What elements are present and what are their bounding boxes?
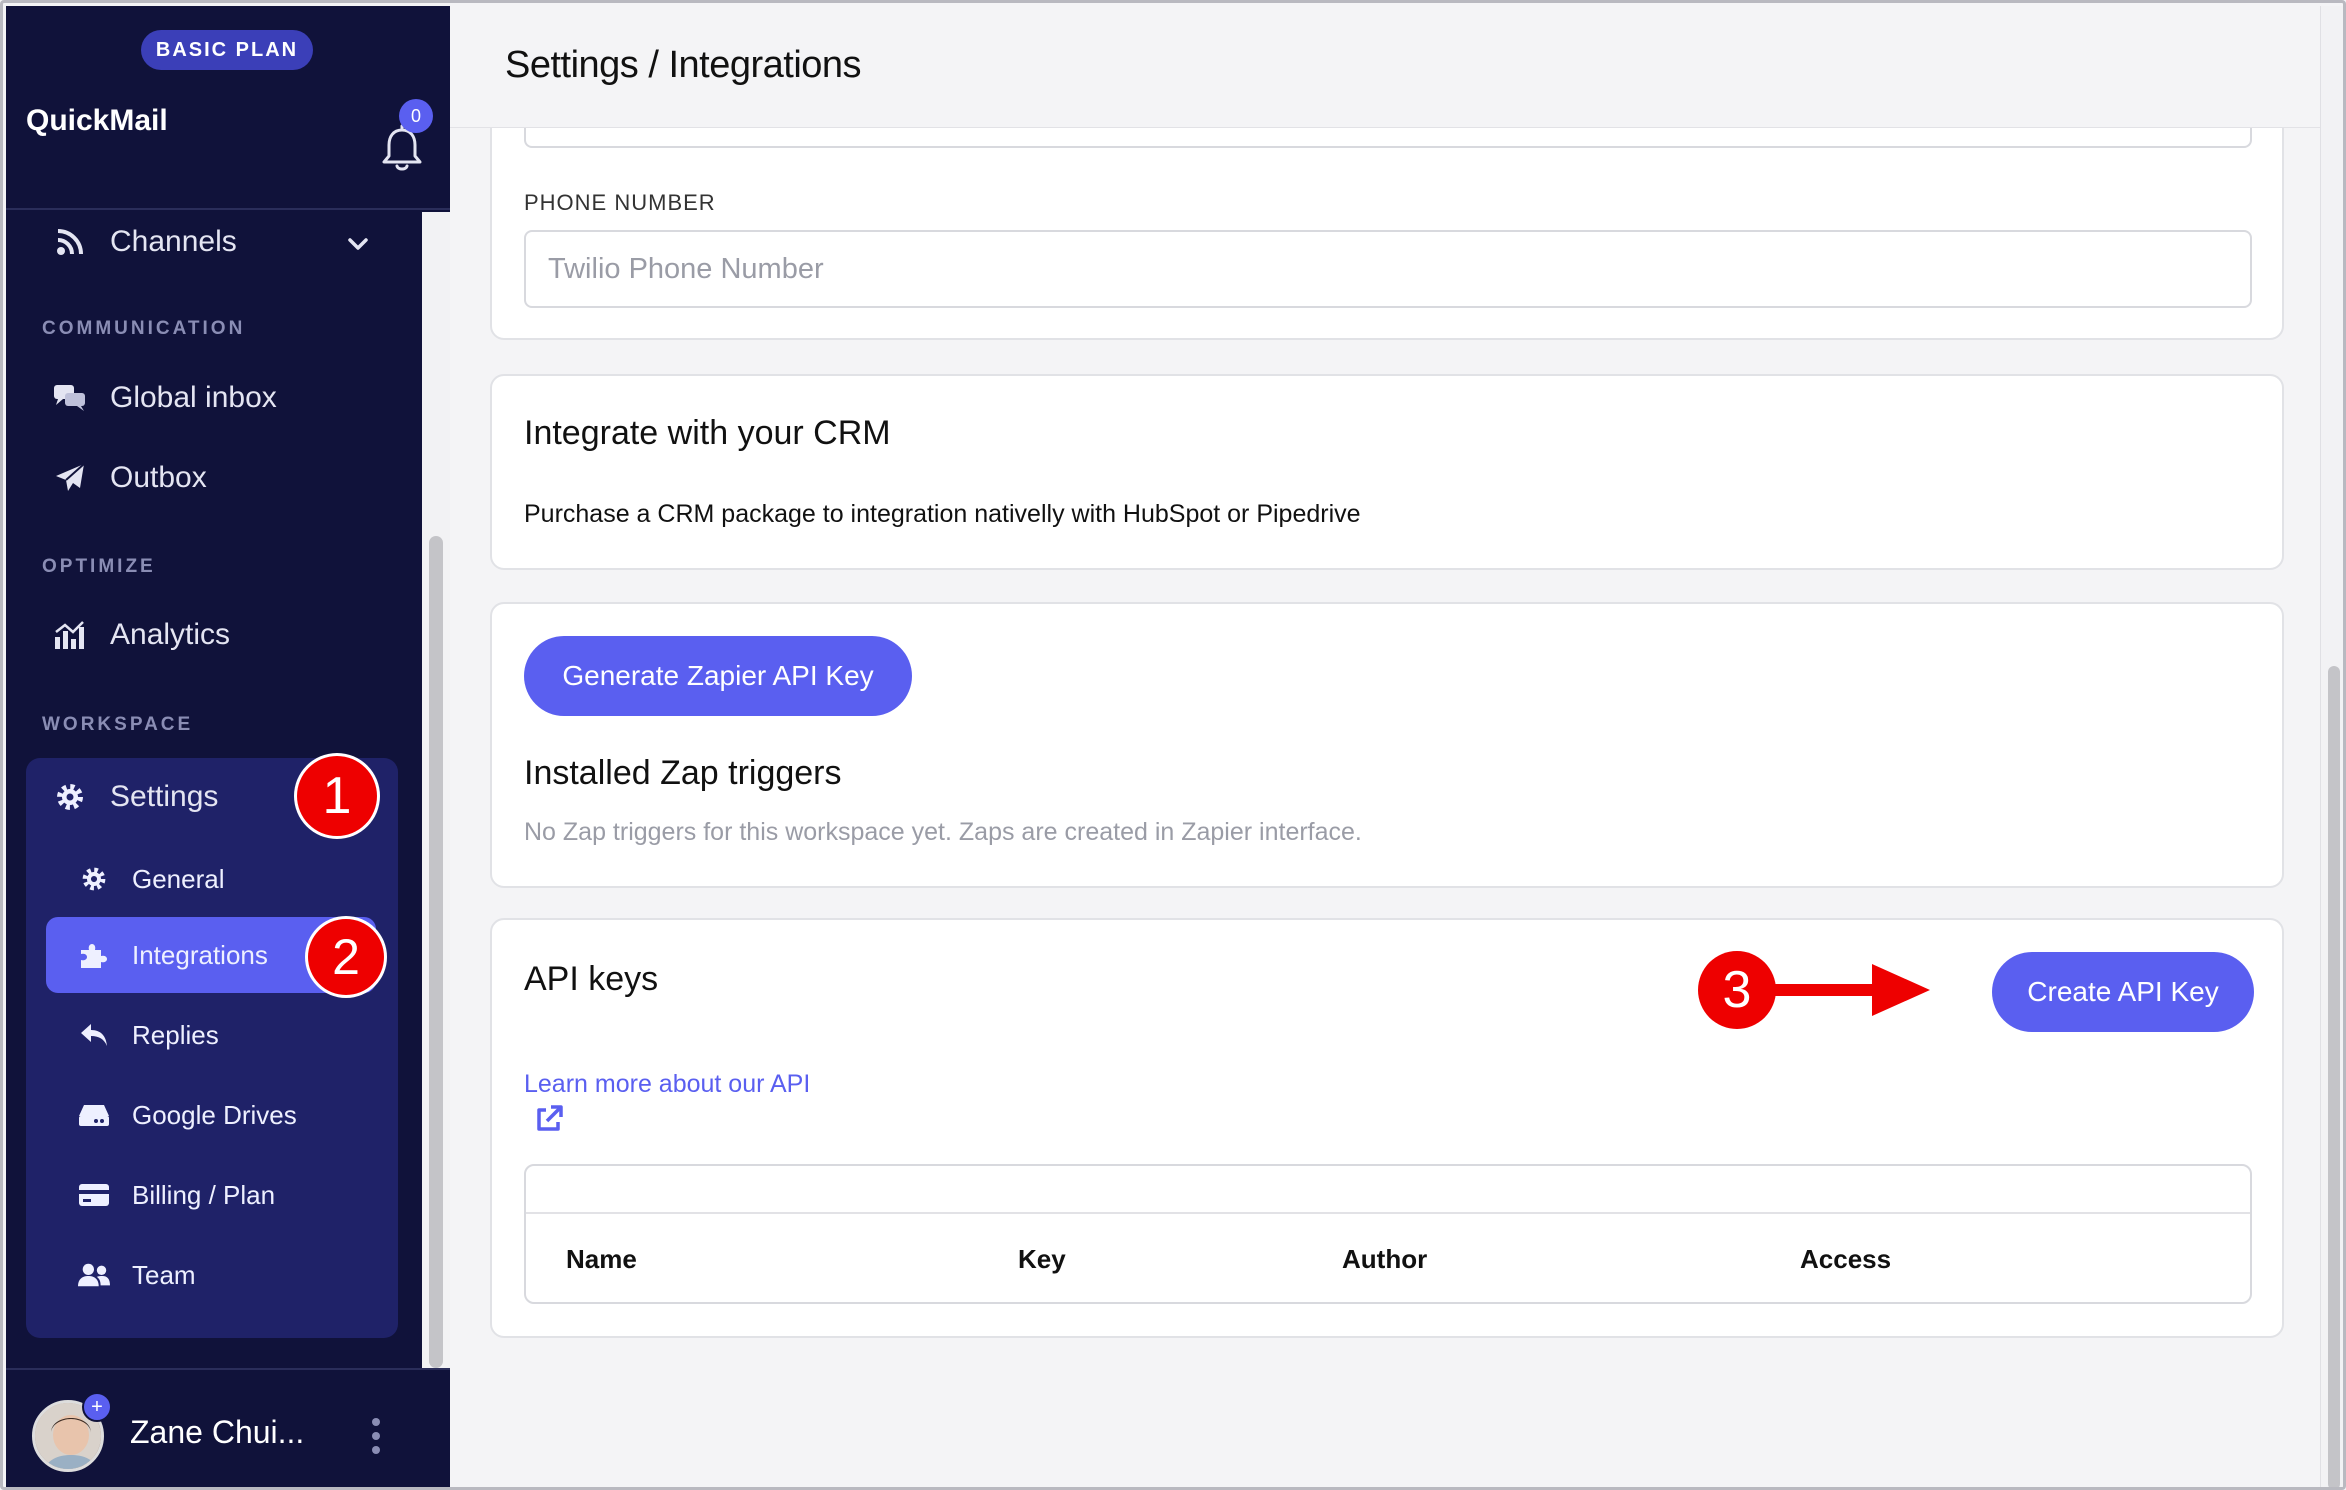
zapier-card: Generate Zapier API Key Installed Zap tr… xyxy=(490,602,2284,888)
api-keys-card: API keys Create API Key Learn more about… xyxy=(490,918,2284,1338)
sidebar-item-label: Analytics xyxy=(110,618,231,651)
gear-icon xyxy=(78,863,110,895)
phone-number-input[interactable] xyxy=(524,230,2252,308)
api-keys-title: API keys xyxy=(524,960,659,998)
create-api-key-button[interactable]: Create API Key xyxy=(1992,952,2254,1032)
main-scrollbar-thumb[interactable] xyxy=(2328,666,2340,1487)
reply-icon xyxy=(78,1019,110,1051)
zap-triggers-empty-text: No Zap triggers for this workspace yet. … xyxy=(524,818,1362,846)
phone-number-label: PHONE NUMBER xyxy=(524,190,716,215)
learn-more-api-link[interactable]: Learn more about our API xyxy=(524,1070,810,1099)
gear-icon xyxy=(52,779,88,815)
user-name: Zane Chui... xyxy=(130,1414,305,1450)
crm-card: Integrate with your CRM Purchase a CRM p… xyxy=(490,374,2284,570)
sidebar-item-label: Outbox xyxy=(110,461,207,494)
rss-icon xyxy=(52,224,88,260)
sidebar-scrollbar-thumb[interactable] xyxy=(429,536,443,1368)
sidebar-item-label: Settings xyxy=(110,780,219,813)
app-name: QuickMail xyxy=(26,104,168,137)
kebab-menu-icon[interactable] xyxy=(370,1416,382,1456)
crm-description: Purchase a CRM package to integration na… xyxy=(524,500,1361,528)
main-content: PHONE NUMBER Settings / Integrations Int… xyxy=(450,6,2343,1487)
annotation-marker-2: 2 xyxy=(308,919,384,995)
zap-triggers-title: Installed Zap triggers xyxy=(524,754,842,792)
sidebar-item-team[interactable]: Team xyxy=(46,1237,376,1313)
sidebar-item-label: Channels xyxy=(110,225,237,258)
sidebar-item-label: General xyxy=(132,863,225,894)
sidebar-item-google-drives[interactable]: Google Drives xyxy=(46,1077,376,1153)
sidebar-item-outbox[interactable]: Outbox xyxy=(26,447,406,509)
add-avatar-button[interactable]: + xyxy=(82,1392,112,1422)
users-icon xyxy=(78,1259,110,1291)
crm-title: Integrate with your CRM xyxy=(524,414,891,452)
column-header-name[interactable]: Name xyxy=(566,1244,637,1275)
external-link-icon[interactable] xyxy=(534,1104,564,1134)
column-header-access[interactable]: Access xyxy=(1800,1244,1891,1275)
annotation-marker-3: 3 xyxy=(1698,951,1776,1029)
sidebar-header: BASIC PLAN QuickMail 0 xyxy=(6,6,450,210)
sidebar-item-label: Replies xyxy=(132,1019,219,1050)
api-keys-table: Name Key Author Access xyxy=(524,1164,2252,1304)
section-label-workspace: WORKSPACE xyxy=(42,714,194,735)
table-divider xyxy=(526,1212,2250,1214)
sidebar: BASIC PLAN QuickMail 0 Channels COMMUNIC… xyxy=(6,6,450,1487)
sidebar-item-label: Integrations xyxy=(132,939,268,970)
chat-icon xyxy=(52,380,88,416)
section-label-communication: COMMUNICATION xyxy=(42,318,246,339)
credit-card-icon xyxy=(78,1179,110,1211)
sidebar-item-replies[interactable]: Replies xyxy=(46,997,376,1073)
drive-icon xyxy=(78,1099,110,1131)
sidebar-item-label: Team xyxy=(132,1259,196,1290)
sidebar-item-billing-plan[interactable]: Billing / Plan xyxy=(46,1157,376,1233)
sidebar-item-general[interactable]: General xyxy=(46,841,376,917)
user-bar[interactable]: + Zane Chui... xyxy=(6,1368,450,1487)
sidebar-item-label: Google Drives xyxy=(132,1099,297,1130)
puzzle-icon xyxy=(78,939,110,971)
notification-count-badge: 0 xyxy=(399,99,433,133)
page-title: Settings / Integrations xyxy=(505,44,862,86)
plan-badge: BASIC PLAN xyxy=(141,30,313,70)
sidebar-item-global-inbox[interactable]: Global inbox xyxy=(26,367,406,429)
sidebar-item-label: Billing / Plan xyxy=(132,1179,276,1210)
chart-icon xyxy=(52,617,88,653)
app-window: BASIC PLAN QuickMail 0 Channels COMMUNIC… xyxy=(0,0,2346,1490)
chevron-down-icon[interactable] xyxy=(344,230,372,258)
page-header: Settings / Integrations xyxy=(450,6,2320,128)
paper-plane-icon xyxy=(52,460,88,496)
column-header-key[interactable]: Key xyxy=(1018,1244,1066,1275)
column-header-author[interactable]: Author xyxy=(1342,1244,1427,1275)
section-label-optimize: OPTIMIZE xyxy=(42,556,156,577)
sidebar-item-label: Global inbox xyxy=(110,381,277,414)
annotation-marker-1: 1 xyxy=(297,756,377,836)
generate-zapier-api-key-button[interactable]: Generate Zapier API Key xyxy=(524,636,912,716)
annotation-arrow-icon xyxy=(1772,964,1930,1016)
sidebar-item-analytics[interactable]: Analytics xyxy=(26,604,406,666)
